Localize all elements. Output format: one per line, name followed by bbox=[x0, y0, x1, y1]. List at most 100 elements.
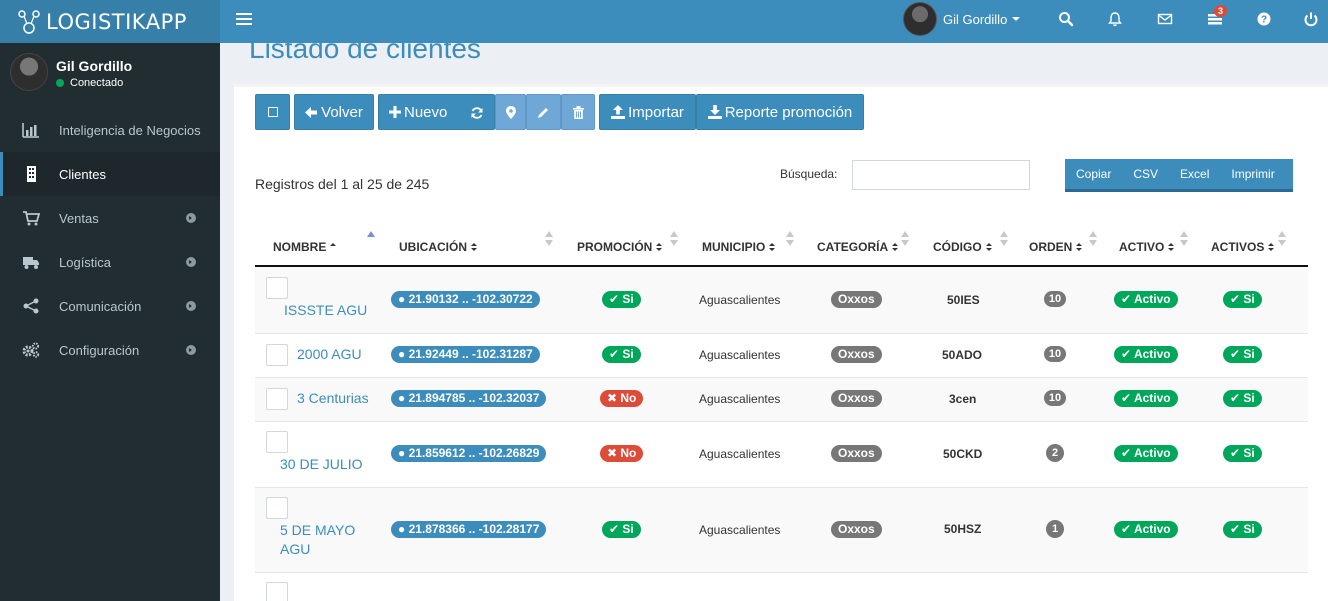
table-row[interactable]: 5 DE MAYO AGU ● 21.878366 .. -102.28177 … bbox=[255, 488, 1308, 573]
orden-badge: 2 bbox=[1046, 444, 1064, 462]
col-categoria[interactable]: CATEGORÍA bbox=[817, 240, 899, 254]
sidebar-item-label: Ventas bbox=[59, 210, 99, 226]
location-badge[interactable]: ● 21.92449 .. -102.31287 bbox=[391, 346, 540, 363]
location-badge[interactable]: ● 21.859612 .. -102.26829 bbox=[391, 445, 547, 462]
sidebar-item-configuracion[interactable]: Configuración bbox=[0, 328, 220, 372]
search-input[interactable] bbox=[852, 160, 1030, 190]
activos-badge: ✔ Si bbox=[1223, 346, 1262, 363]
promocion-badge: ✖ No bbox=[600, 390, 644, 407]
col-activos[interactable]: ACTIVOS bbox=[1211, 240, 1275, 254]
help-icon[interactable]: ? bbox=[1256, 11, 1272, 27]
client-name-link[interactable]: 2000 AGU bbox=[297, 345, 362, 364]
map-marker-icon bbox=[505, 105, 516, 119]
cart-icon bbox=[23, 211, 40, 226]
col-ubicacion[interactable]: UBICACIÓN bbox=[399, 240, 477, 254]
sort-icon bbox=[786, 231, 794, 247]
copiar-button[interactable]: Copiar bbox=[1065, 167, 1122, 181]
location-badge[interactable]: ● 21.894785 .. -102.32037 bbox=[391, 390, 547, 407]
bar-chart-icon bbox=[22, 123, 39, 138]
arrow-left-icon bbox=[305, 106, 318, 118]
building-icon bbox=[27, 166, 36, 182]
volver-label: Volver bbox=[321, 103, 363, 121]
edit-button[interactable] bbox=[526, 94, 561, 130]
col-municipio[interactable]: MUNICIPIO bbox=[702, 240, 776, 254]
sidebar-item-inteligencia[interactable]: Inteligencia de Negocios bbox=[0, 108, 220, 152]
row-checkbox[interactable] bbox=[266, 431, 288, 453]
nuevo-label: Nuevo bbox=[404, 103, 448, 121]
sidebar-item-ventas[interactable]: Ventas bbox=[0, 196, 220, 240]
client-name-link[interactable]: 5 DE MAYO AGU bbox=[280, 521, 370, 559]
volver-button[interactable]: Volver bbox=[294, 94, 374, 130]
reporte-promocion-button[interactable]: Reporte promoción bbox=[696, 94, 864, 130]
col-codigo[interactable]: CÓDIGO bbox=[933, 240, 992, 254]
table-row[interactable]: ISSSTE AGU ● 21.90132 .. -102.30722 ✔ Si… bbox=[255, 267, 1308, 334]
sidebar-item-comunicacion[interactable]: Comunicación bbox=[0, 284, 220, 328]
location-button[interactable] bbox=[495, 94, 526, 130]
importar-button[interactable]: Importar bbox=[599, 94, 696, 130]
location-badge[interactable]: ● 21.90132 .. -102.30722 bbox=[391, 291, 540, 308]
sort-icon bbox=[1089, 231, 1097, 247]
excel-button[interactable]: Excel bbox=[1169, 167, 1220, 181]
client-name-link[interactable]: 30 DE JULIO bbox=[280, 455, 362, 474]
svg-text:?: ? bbox=[1261, 15, 1267, 26]
table-row[interactable]: 30 DE JULIO ● 21.859612 .. -102.26829 ✖ … bbox=[255, 422, 1308, 488]
activos-badge: ✔ Si bbox=[1223, 291, 1262, 308]
user-menu[interactable]: Gil Gordillo bbox=[903, 2, 1021, 36]
client-name-link[interactable]: 3 Centurias bbox=[297, 389, 369, 408]
col-activo[interactable]: ACTIVO bbox=[1119, 240, 1175, 254]
row-checkbox[interactable] bbox=[266, 344, 288, 366]
table-row[interactable]: 3 Centurias ● 21.894785 .. -102.32037 ✖ … bbox=[255, 378, 1308, 422]
table-row[interactable] bbox=[255, 573, 1308, 601]
refresh-icon[interactable] bbox=[470, 106, 484, 120]
envelope-icon[interactable] bbox=[1157, 11, 1173, 27]
categoria-badge: Oxxos bbox=[831, 521, 882, 538]
truck-icon bbox=[23, 257, 39, 269]
logo[interactable]: LOGISTIKAPP bbox=[0, 0, 220, 43]
sidebar: Gil Gordillo Conectado Inteligencia de N… bbox=[0, 43, 220, 601]
share-icon bbox=[23, 298, 39, 314]
row-checkbox[interactable] bbox=[266, 497, 288, 519]
table-header: NOMBRE UBICACIÓN PROMOCIÓN MUNICIPIO CAT… bbox=[255, 227, 1308, 267]
row-checkbox[interactable] bbox=[266, 388, 288, 410]
orden-badge: 10 bbox=[1044, 291, 1066, 307]
municipio-cell: Aguascalientes bbox=[699, 293, 781, 307]
activo-badge: ✔ Activo bbox=[1114, 521, 1178, 538]
row-checkbox[interactable] bbox=[266, 582, 288, 601]
logo-icon bbox=[18, 9, 40, 34]
avatar bbox=[903, 2, 937, 36]
municipio-cell: Aguascalientes bbox=[699, 447, 781, 461]
sort-icon bbox=[1000, 231, 1008, 247]
search-icon[interactable] bbox=[1058, 11, 1074, 27]
download-icon bbox=[707, 105, 722, 119]
col-nombre[interactable]: NOMBRE bbox=[273, 240, 337, 254]
client-name-link[interactable]: ISSSTE AGU bbox=[284, 301, 367, 320]
activos-badge: ✔ Si bbox=[1223, 521, 1262, 538]
sidebar-item-logistica[interactable]: Logística bbox=[0, 240, 220, 284]
row-checkbox[interactable] bbox=[266, 277, 288, 299]
avatar bbox=[10, 53, 48, 91]
page-title: Listado de clientes bbox=[249, 33, 481, 64]
sidebar-item-clientes[interactable]: Clientes bbox=[0, 152, 220, 196]
select-all-button[interactable] bbox=[255, 94, 290, 130]
col-promocion[interactable]: PROMOCIÓN bbox=[577, 240, 663, 254]
chevron-right-icon bbox=[186, 345, 196, 355]
sidebar-item-label: Configuración bbox=[59, 342, 140, 358]
power-icon[interactable] bbox=[1303, 11, 1319, 27]
nuevo-button[interactable]: Nuevo bbox=[378, 94, 495, 130]
col-orden[interactable]: ORDEN bbox=[1029, 240, 1083, 254]
imprimir-button[interactable]: Imprimir bbox=[1220, 167, 1285, 181]
csv-button[interactable]: CSV bbox=[1122, 167, 1169, 181]
location-badge[interactable]: ● 21.878366 .. -102.28177 bbox=[391, 521, 547, 538]
online-dot-icon bbox=[56, 79, 64, 87]
export-button-group: Copiar CSV Excel Imprimir bbox=[1065, 159, 1293, 192]
activo-badge: ✔ Activo bbox=[1114, 390, 1178, 407]
reporte-label: Reporte promoción bbox=[724, 103, 853, 121]
orden-badge: 1 bbox=[1046, 520, 1064, 538]
promocion-badge: ✖ No bbox=[600, 445, 644, 462]
sort-icon bbox=[471, 243, 477, 252]
delete-button[interactable] bbox=[561, 94, 595, 130]
sidebar-toggle-icon[interactable] bbox=[236, 10, 252, 26]
bell-icon[interactable] bbox=[1107, 11, 1123, 27]
table-row[interactable]: 2000 AGU ● 21.92449 .. -102.31287 ✔ Si A… bbox=[255, 334, 1308, 378]
codigo-cell: 50ADO bbox=[942, 348, 983, 362]
